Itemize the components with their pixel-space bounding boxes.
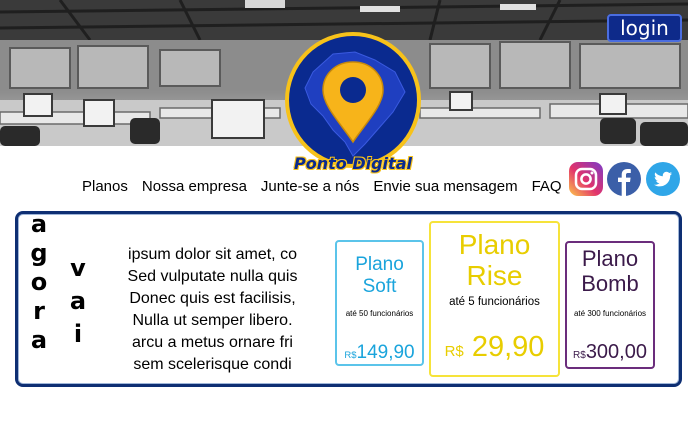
main-nav: Planos Nossa empresa Junte-se a nós Envi… — [82, 178, 562, 195]
nav-faq[interactable]: FAQ — [532, 178, 562, 195]
brand-name: Ponto Digital — [294, 154, 412, 173]
vertical-letter: v — [70, 254, 86, 282]
plan-name-line: Bomb — [581, 271, 639, 297]
instagram-icon[interactable] — [569, 162, 603, 196]
plan-description: até 5 funcionários — [449, 295, 540, 308]
vertical-letter: o — [30, 268, 48, 296]
plan-card-rise[interactable]: Plano Rise até 5 funcionários R$ 29,90 — [429, 221, 560, 377]
intro-line: ipsum dolor sit amet, co — [128, 246, 297, 263]
vertical-letter: i — [73, 320, 83, 348]
intro-line: Nulla ut semper libero. — [132, 312, 293, 329]
nav-junte-se[interactable]: Junte-se a nós — [261, 178, 359, 195]
plan-price: R$149,90 — [337, 342, 422, 364]
price-currency: R$ — [573, 350, 586, 361]
price-value: 29,90 — [471, 331, 545, 363]
plan-name-line: Rise — [466, 259, 523, 291]
plan-price: R$300,00 — [567, 341, 653, 364]
nav-planos[interactable]: Planos — [82, 178, 128, 195]
plan-description: até 300 funcionários — [573, 308, 647, 318]
price-currency: R$ — [444, 343, 464, 360]
nav-nossa-empresa[interactable]: Nossa empresa — [142, 178, 247, 195]
plan-name: Plano Bomb — [567, 246, 653, 297]
vertical-letter: a — [30, 210, 48, 238]
plan-description: até 50 funcionários — [345, 308, 414, 318]
price-currency: R$ — [344, 350, 357, 361]
login-button[interactable]: login — [607, 14, 682, 42]
vertical-letter: r — [33, 297, 45, 325]
vertical-text-agora: agora — [27, 210, 51, 355]
intro-line: sem scelerisque condi — [133, 356, 292, 373]
vertical-letter: a — [69, 287, 87, 315]
vertical-letter: g — [30, 239, 48, 267]
plan-name: Plano Soft — [337, 254, 422, 298]
intro-line: Donec quis est facilisis, — [129, 290, 296, 307]
plan-card-bomb[interactable]: Plano Bomb até 300 funcionários R$300,00 — [565, 241, 655, 369]
plan-name: Plano Rise — [431, 229, 558, 292]
nav-envie-mensagem[interactable]: Envie sua mensagem — [373, 178, 517, 195]
vertical-text-vai: vai — [66, 252, 90, 351]
plan-name-line: Plano — [458, 229, 531, 260]
intro-text: ipsum dolor sit amet, co Sed vulputate n… — [110, 244, 315, 376]
price-value: 149,90 — [356, 342, 415, 363]
plan-name-line: Soft — [362, 275, 397, 297]
vertical-letter: a — [30, 326, 48, 354]
plan-price: R$ 29,90 — [431, 331, 558, 364]
plan-card-soft[interactable]: Plano Soft até 50 funcionários R$149,90 — [335, 240, 424, 366]
plan-name-line: Plano — [581, 246, 639, 271]
twitter-icon[interactable] — [646, 162, 680, 196]
plan-name-line: Plano — [355, 254, 404, 275]
price-value: 300,00 — [585, 341, 647, 363]
facebook-icon[interactable] — [607, 162, 641, 196]
intro-line: arcu a metus ornare fri — [132, 334, 293, 351]
intro-line: Sed vulputate nulla quis — [127, 268, 298, 285]
